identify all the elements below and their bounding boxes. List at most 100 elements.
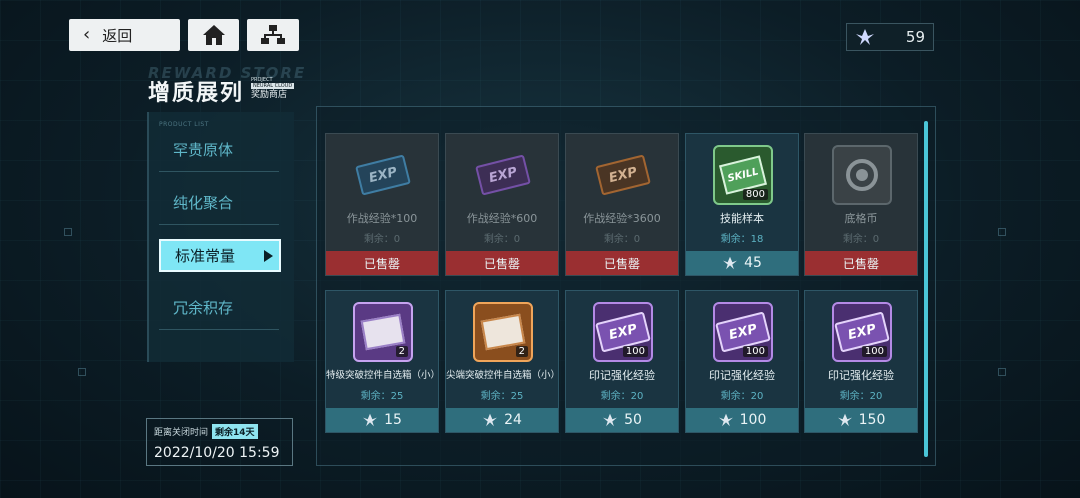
selected-arrow-icon <box>264 249 273 262</box>
mark-exp-icon: EXP 100 <box>593 302 653 362</box>
breakthrough-box-icon: 2 <box>353 302 413 362</box>
sold-out-bar: 已售罄 <box>566 251 678 275</box>
item-quantity: 100 <box>861 346 887 357</box>
sold-out-bar: 已售罄 <box>326 251 438 275</box>
exp-tile-text: EXP <box>475 154 531 196</box>
sold-out-label: 已售罄 <box>603 256 640 271</box>
sold-out-label: 已售罄 <box>483 256 520 271</box>
item-quantity: 100 <box>622 346 648 357</box>
item-remaining: 剩余：20 <box>839 391 883 402</box>
sold-out-bar: 已售罄 <box>446 251 558 275</box>
price-button[interactable]: 150 <box>805 408 917 432</box>
exp-tile-text: EXP <box>355 154 411 196</box>
item-remaining: 剩余：0 <box>603 234 641 245</box>
item-remaining: 剩余：18 <box>720 234 764 245</box>
item-remaining: 剩余：0 <box>483 234 521 245</box>
coin-icon <box>832 145 892 205</box>
closing-date: 2022/10/20 15:59 <box>154 445 280 461</box>
item-price: 24 <box>504 412 522 428</box>
sold-out-label: 已售罄 <box>842 256 879 271</box>
crystal-currency-icon <box>483 413 498 427</box>
exp-card-icon: EXP <box>593 145 653 205</box>
item-price: 45 <box>744 255 762 271</box>
shop-item-card[interactable]: EXP 100 印记强化经验 剩余：20 50 <box>565 290 679 433</box>
decor-square <box>64 228 72 236</box>
item-remaining: 剩余：0 <box>842 234 880 245</box>
hierarchy-button[interactable] <box>247 19 299 51</box>
menu-item-surplus[interactable]: 冗余积存 <box>159 286 279 330</box>
menu-item-rare[interactable]: 罕贵原体 <box>159 128 279 172</box>
shop-item-card[interactable]: 2 尖端突破控件自选箱（小） 剩余：25 24 <box>445 290 559 433</box>
shop-item-card[interactable]: EXP 作战经验*3600 剩余：0 已售罄 <box>565 133 679 276</box>
decor-square <box>998 368 1006 376</box>
item-name: 作战经验*100 <box>346 212 418 225</box>
currency-value: 59 <box>905 28 925 46</box>
closing-label: 距离关闭时间 <box>154 428 209 438</box>
item-name: 尖端突破控件自选箱（小） <box>446 370 558 381</box>
crystal-currency-icon <box>856 29 874 45</box>
menu-item-label: 纯化聚合 <box>173 194 234 212</box>
item-name: 印记强化经验 <box>828 369 894 382</box>
item-quantity: 2 <box>395 346 408 357</box>
item-name: 技能样本 <box>720 212 764 225</box>
home-button[interactable] <box>188 19 239 51</box>
decor-square <box>998 228 1006 236</box>
scrollbar[interactable] <box>924 121 928 457</box>
mark-exp-icon: EXP 100 <box>713 302 773 362</box>
menu-item-label: 标准常量 <box>175 247 236 265</box>
item-remaining: 剩余：25 <box>360 391 404 402</box>
remaining-days-badge: 剩余14天 <box>212 424 258 439</box>
sold-out-bar: 已售罄 <box>805 251 917 275</box>
item-price: 15 <box>384 412 402 428</box>
page-title: 增质展列 <box>148 81 245 106</box>
item-name: 印记强化经验 <box>589 369 655 382</box>
closing-time-box: 距离关闭时间 剩余14天 2022/10/20 15:59 <box>146 418 293 466</box>
decor-square <box>78 368 86 376</box>
shop-item-card[interactable]: SKILL 800 技能样本 剩余：18 45 <box>685 133 799 276</box>
exp-tile-text: EXP <box>595 154 651 196</box>
shop-item-card[interactable]: 2 特级突破控件自选箱（小） 剩余：25 15 <box>325 290 439 433</box>
item-price: 100 <box>739 412 767 428</box>
back-button[interactable]: ‹ 返回 <box>69 19 180 51</box>
store-subtitle: PROJECT NEURAL CLOUD 奖励商店 <box>251 77 295 101</box>
crystal-currency-icon <box>723 256 738 270</box>
item-remaining: 剩余：0 <box>363 234 401 245</box>
shop-item-card[interactable]: 底格币 剩余：0 已售罄 <box>804 133 918 276</box>
item-name: 底格币 <box>844 212 878 225</box>
menu-item-standard[interactable]: 标准常量 <box>159 239 281 272</box>
shop-item-card[interactable]: EXP 100 印记强化经验 剩余：20 100 <box>685 290 799 433</box>
exp-card-icon: EXP <box>353 145 413 205</box>
item-name: 作战经验*600 <box>466 212 538 225</box>
price-button[interactable]: 24 <box>446 408 558 432</box>
crystal-currency-icon <box>718 413 733 427</box>
price-button[interactable]: 100 <box>686 408 798 432</box>
home-icon <box>202 25 225 45</box>
crystal-currency-icon <box>603 413 618 427</box>
crystal-currency-icon <box>837 413 852 427</box>
item-name: 作战经验*3600 <box>583 212 661 225</box>
item-name: 印记强化经验 <box>709 369 775 382</box>
box-shape <box>360 313 406 351</box>
subtitle-shop: 奖励商店 <box>251 90 288 100</box>
item-price: 150 <box>858 412 886 428</box>
shop-item-card[interactable]: EXP 100 印记强化经验 剩余：20 150 <box>804 290 918 433</box>
currency-display: 59 <box>846 23 934 51</box>
price-button[interactable]: 50 <box>566 408 678 432</box>
shop-item-card[interactable]: EXP 作战经验*100 剩余：0 已售罄 <box>325 133 439 276</box>
chevron-left-icon: ‹ <box>83 24 91 45</box>
price-button[interactable]: 15 <box>326 408 438 432</box>
coin-swirl-icon <box>846 159 878 191</box>
menu-item-label: 罕贵原体 <box>173 141 234 159</box>
mark-exp-icon: EXP 100 <box>832 302 892 362</box>
product-menu: PRODUCT LIST 罕贵原体 纯化聚合 标准常量 冗余积存 <box>147 112 294 362</box>
item-remaining: 剩余：25 <box>480 391 524 402</box>
shop-item-card[interactable]: EXP 作战经验*600 剩余：0 已售罄 <box>445 133 559 276</box>
breakthrough-box-icon: 2 <box>473 302 533 362</box>
back-label: 返回 <box>102 26 133 45</box>
menu-caption: PRODUCT LIST <box>159 121 209 128</box>
item-quantity: 800 <box>742 189 768 200</box>
menu-item-purified[interactable]: 纯化聚合 <box>159 181 279 225</box>
item-price: 50 <box>624 412 642 428</box>
price-button[interactable]: 45 <box>686 251 798 275</box>
subtitle-tag: NEURAL CLOUD <box>251 83 295 89</box>
